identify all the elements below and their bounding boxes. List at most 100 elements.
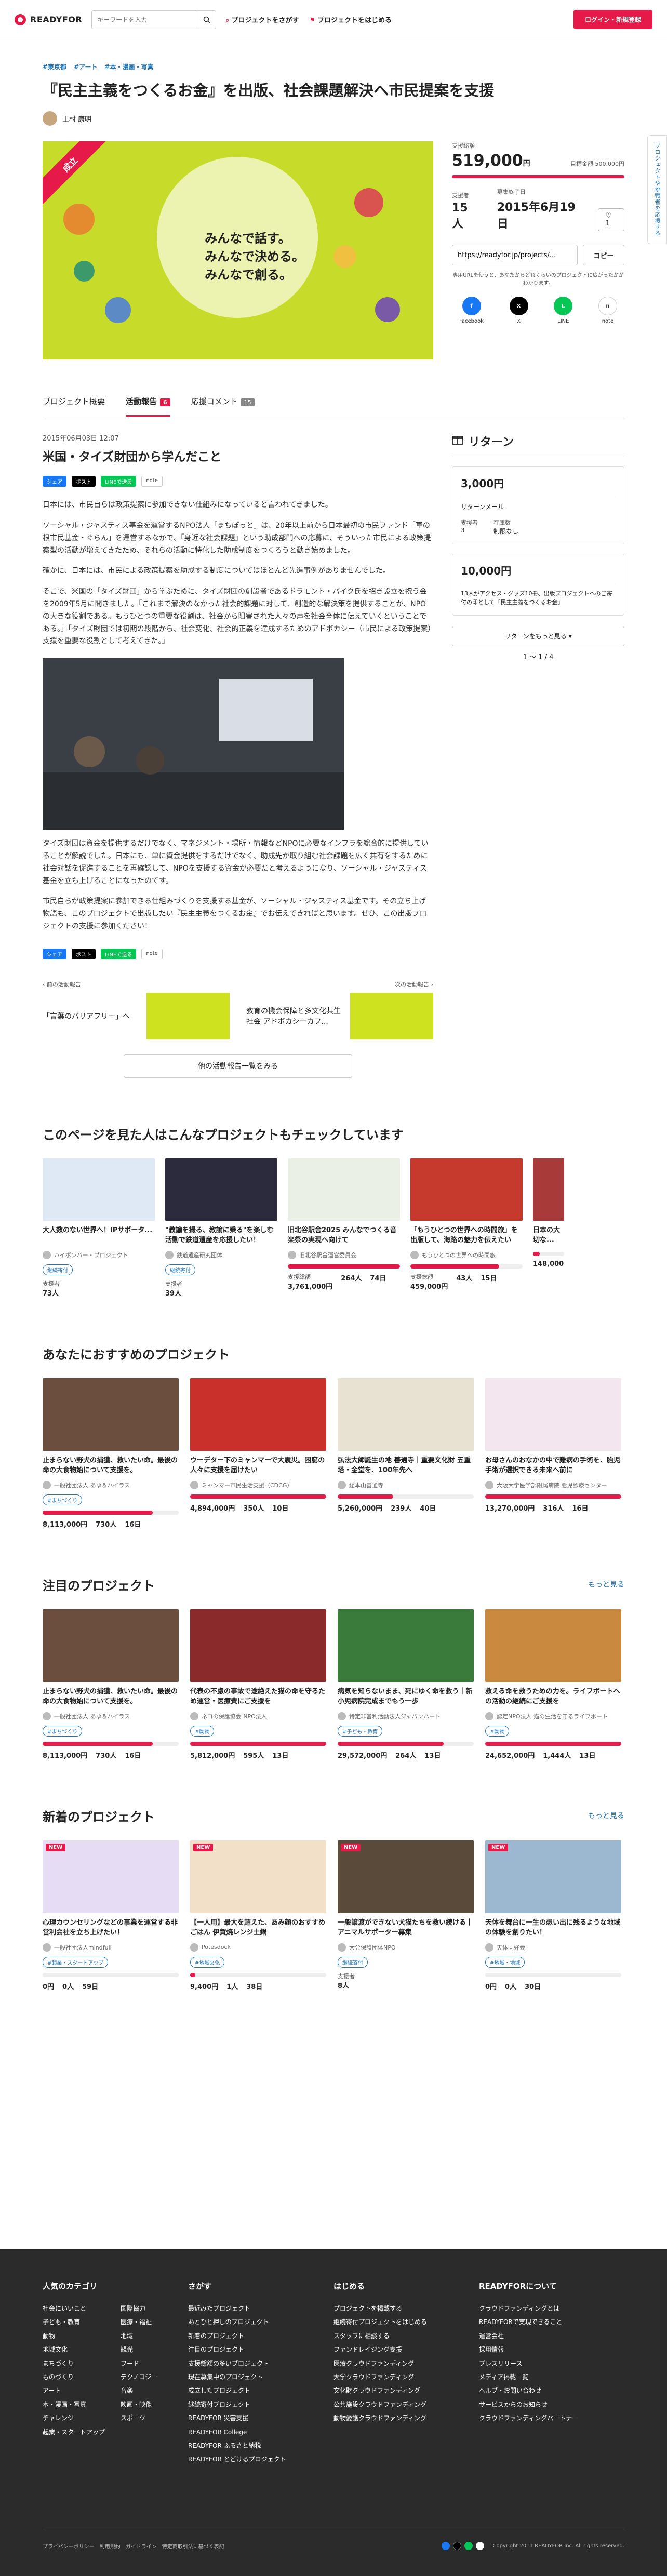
footer-link[interactable]: 新着のプロジェクト (188, 2329, 334, 2343)
fb-share-button[interactable]: シェア (43, 476, 66, 487)
footer-link[interactable]: 現在募集中のプロジェクト (188, 2370, 334, 2384)
project-card[interactable]: 旧北谷駅舎2025 みんなでつくる音楽祭の実現へ向けて 旧北谷駅舎運営委員会 支援総… (288, 1158, 400, 1298)
footer-link[interactable]: 音楽 (121, 2384, 157, 2397)
project-card[interactable]: "教諭を撮る、教諭に乗る"を楽しむ活動で鉄道遺産を応援したい！ 鉄道遺産研究団体継… (165, 1158, 277, 1298)
footer-link[interactable]: 映画・映像 (121, 2398, 157, 2411)
nav-find-projects[interactable]: ⌕ プロジェクトをさがす (225, 15, 299, 24)
footer-link[interactable]: 継続寄付プロジェクトをはじめる (334, 2315, 479, 2329)
tab-overview[interactable]: プロジェクト概要 (43, 396, 105, 417)
x-icon[interactable] (453, 2542, 462, 2550)
footer-link[interactable]: 地域文化 (43, 2343, 105, 2356)
footer-link[interactable]: 動物愛護クラウドファンディング (334, 2411, 479, 2425)
x-share[interactable]: XX (509, 297, 528, 324)
footer-link[interactable]: メディア掲載一覧 (479, 2370, 624, 2384)
footer-link[interactable]: ヘルプ・お問い合わせ (479, 2384, 624, 2397)
search-icon[interactable] (197, 10, 216, 29)
footer-link[interactable]: 医療クラウドファンディング (334, 2357, 479, 2370)
tag-link[interactable]: #アート (74, 62, 97, 71)
footer-link[interactable]: プレスリリース (479, 2357, 624, 2370)
more-returns-button[interactable]: リターンをもっと見る ▾ (452, 626, 624, 647)
footer-link[interactable]: READYFORで実現できること (479, 2315, 624, 2329)
project-card[interactable]: NEW 一般譲渡ができない犬猫たちを救い続ける｜アニマルサポーター募集 大分保護… (338, 1840, 474, 1991)
copy-button[interactable]: コピー (583, 245, 624, 266)
footer-link[interactable]: ファンドレイジング支援 (334, 2343, 479, 2356)
footer-link[interactable]: 観光 (121, 2343, 157, 2356)
footer-link[interactable]: READYFOR 災害支援 (188, 2411, 334, 2425)
prev-report-link[interactable]: ‹ 前の活動報告 「言葉のバリアフリー」へ (43, 980, 230, 1039)
tab-comments[interactable]: 応援コメント 15 (191, 396, 255, 417)
footer-link[interactable]: 継続寄付プロジェクト (188, 2398, 334, 2411)
footer-legal-links[interactable]: プライバシーポリシー 利用規約 ガイドライン 特定商取引法に基づく表記 (43, 2542, 224, 2550)
footer-link[interactable]: 文化財クラウドファンディング (334, 2384, 479, 2397)
footer-link[interactable]: 公共施設クラウドファンディング (334, 2398, 479, 2411)
footer-link[interactable]: スタッフに相談する (334, 2329, 479, 2343)
footer-link[interactable]: クラウドファンディングパートナー (479, 2411, 624, 2425)
footer-link[interactable]: READYFOR ふるさと納税 (188, 2439, 334, 2452)
project-card[interactable]: 病気を知らないまま、死にゆく命を救う｜新小児病院完成までもう一歩 特定非営利活動… (338, 1609, 474, 1760)
project-card[interactable]: 日本の大切な... 148,000 (533, 1158, 564, 1298)
footer-link[interactable]: 運営会社 (479, 2329, 624, 2343)
bookmark-button[interactable]: ♡ 1 (597, 208, 624, 232)
project-card[interactable]: NEW 【一人用】最大を超えた、あみ顔のおすすめごはん 伊賀焼レンジ土鍋 Pot… (190, 1840, 326, 1991)
nav-start-project[interactable]: ⚑ プロジェクトをはじめる (309, 15, 392, 24)
return-card[interactable]: 3,000円 リターンメール 支援者 3 在庫数 制限なし (452, 466, 624, 545)
footer-link[interactable]: 地域 (121, 2329, 157, 2343)
footer-link[interactable]: スポーツ (121, 2411, 157, 2425)
note-share[interactable]: n note (598, 297, 617, 324)
footer-link[interactable]: プロジェクトを掲載する (334, 2302, 479, 2315)
fb-share-button[interactable]: シェア (43, 948, 66, 959)
footer-link[interactable]: 起業・スタートアップ (43, 2425, 105, 2439)
search-input[interactable] (92, 10, 197, 29)
next-report-link[interactable]: 次の活動報告 › 教育の機会保障と多文化共生社会 アドボカシーカフ... (246, 980, 433, 1039)
footer-link[interactable]: フード (121, 2357, 157, 2370)
side-support-tab[interactable]: プロジェクトや挑戦者を応援する (647, 135, 667, 244)
brand-logo[interactable]: READYFOR (15, 14, 82, 25)
footer-link[interactable]: テクノロジー (121, 2370, 157, 2384)
note-button[interactable]: note (141, 476, 163, 487)
project-card[interactable]: NEW 天体を舞台に一生の想い出に残るような地域の体験を創りたい！ 天体同好会 … (485, 1840, 621, 1991)
line-icon[interactable] (464, 2542, 473, 2550)
tab-reports[interactable]: 活動報告 6 (126, 396, 170, 417)
see-more-link[interactable]: もっと見る (588, 1579, 624, 1590)
footer-link[interactable]: クラウドファンディングとは (479, 2302, 624, 2315)
x-post-button[interactable]: ポスト (72, 948, 96, 959)
footer-link[interactable]: あとひと押しのプロジェクト (188, 2315, 334, 2329)
facebook-icon[interactable] (442, 2542, 450, 2550)
footer-link[interactable]: まちづくり (43, 2357, 105, 2370)
project-card[interactable]: 止まらない野犬の捕獲、救いたい命。最後の命の大食物始について支援を。 一般社団法… (43, 1609, 179, 1760)
all-reports-button[interactable]: 他の活動報告一覧をみる (124, 1053, 352, 1078)
footer-link[interactable]: チャレンジ (43, 2411, 105, 2425)
footer-link[interactable]: アート (43, 2384, 105, 2397)
project-card[interactable]: 救える命を救うための力を。ライフボートへの活動の継続にご支援を 認定NPO法人 … (485, 1609, 621, 1760)
footer-link[interactable]: 支援総額の多いプロジェクト (188, 2357, 334, 2370)
footer-link[interactable]: 成立したプロジェクト (188, 2384, 334, 2397)
note-icon[interactable] (476, 2542, 485, 2550)
tag-link[interactable]: #東京都 (43, 62, 66, 71)
footer-link[interactable]: ものづくり (43, 2370, 105, 2384)
line-share[interactable]: L LINE (554, 297, 573, 324)
project-card[interactable]: NEW 心理カウンセリングなどの事業を運営する非営利会社を立ち上げたい！ 一般社… (43, 1840, 179, 1991)
footer-link[interactable]: サービスからのお知らせ (479, 2398, 624, 2411)
project-card[interactable]: 弘法大師誕生の地 善通寺｜重要文化財 五重塔・金堂を、100年先へ 総本山善通寺… (338, 1378, 474, 1529)
footer-link[interactable]: 最近みたプロジェクト (188, 2302, 334, 2315)
project-card[interactable]: ウーデター下のミャンマーで大震災。困窮の人々に支援を届けたい ミャンマー市民生活… (190, 1378, 326, 1529)
note-button[interactable]: note (141, 948, 163, 959)
footer-link[interactable]: 採用情報 (479, 2343, 624, 2356)
project-card[interactable]: 大人数のない世界へ！IPサポータ... ハイボンバー・プロジェクト 継続寄付 支援者 7… (43, 1158, 155, 1298)
footer-link[interactable]: 注目のプロジェクト (188, 2343, 334, 2356)
footer-link[interactable]: 本・漫画・写真 (43, 2398, 105, 2411)
footer-link[interactable]: 子ども・教育 (43, 2315, 105, 2329)
footer-link[interactable]: 動物 (43, 2329, 105, 2343)
return-card[interactable]: 10,000円 13人がアクセス・グッズ10冊、出版プロジェクトへのご寄付の印と… (452, 554, 624, 616)
footer-link[interactable]: 社会にいいこと (43, 2302, 105, 2315)
tag-link[interactable]: #本・漫画・写真 (104, 62, 153, 71)
project-owner[interactable]: 上村 康明 (43, 111, 624, 126)
project-card[interactable]: お母さんのおなかの中で難病の手術を、胎児手術が選択できる未来へ前に 大阪大学医学… (485, 1378, 621, 1529)
line-send-button[interactable]: LINEで送る (101, 476, 137, 487)
x-post-button[interactable]: ポスト (72, 476, 96, 487)
project-card[interactable]: 止まらない野犬の捕獲、救いたい命。最後の命の大食物始について支援を。 一般社団法… (43, 1378, 179, 1529)
footer-link[interactable]: 大学クラウドファンディング (334, 2370, 479, 2384)
footer-link[interactable]: READYFOR College (188, 2425, 334, 2439)
share-url-field[interactable] (452, 245, 578, 266)
project-card[interactable]: 「もうひとつの世界への時間旅」を出版して、海路の魅力を伝えたい もうひとつの世界へ… (410, 1158, 523, 1298)
